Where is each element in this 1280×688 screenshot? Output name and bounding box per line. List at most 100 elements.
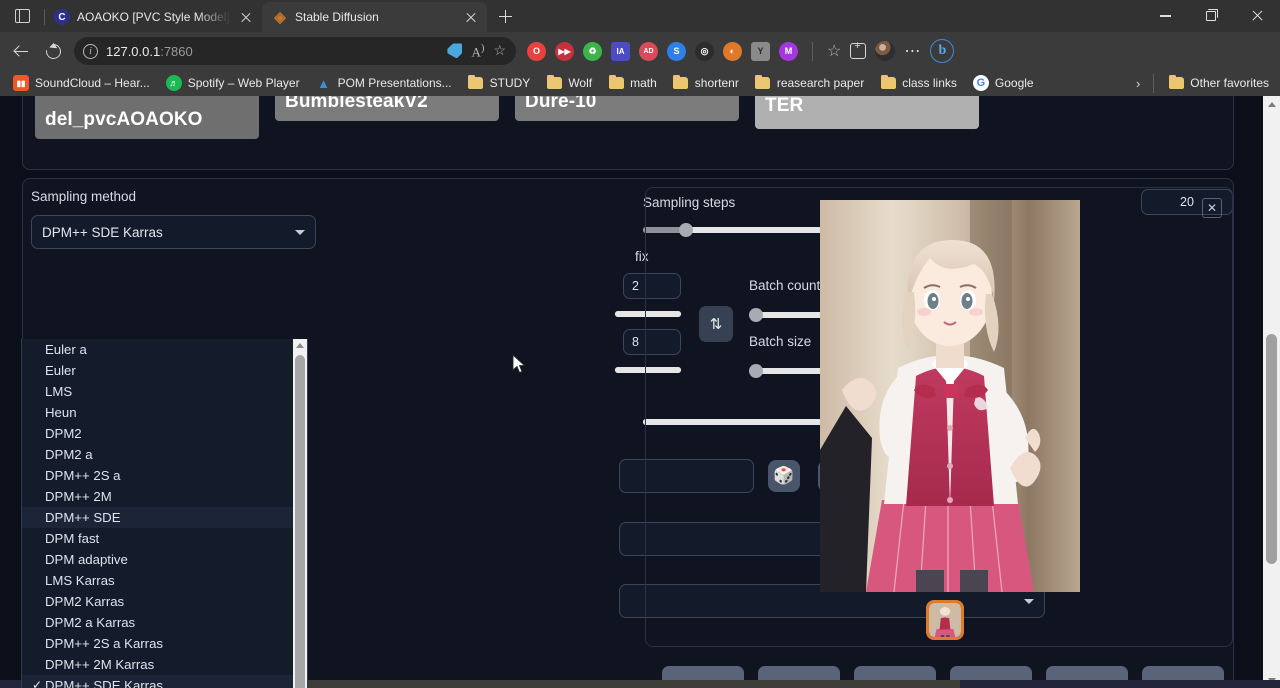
bookmark-label: Wolf	[568, 76, 592, 90]
model-card-label: BumblesteakV2	[285, 96, 428, 113]
tab-search-button[interactable]	[0, 0, 44, 32]
chevron-down-icon	[295, 230, 305, 235]
bookmark-reasearch-paper[interactable]: reasearch paper	[748, 73, 871, 93]
option-dpm2-karras[interactable]: DPM2 Karras	[22, 591, 293, 612]
browser-tab-0[interactable]: C AOAOKO [PVC Style Model] - PVC	[44, 2, 262, 32]
option-dpm-adaptive[interactable]: DPM adaptive	[22, 549, 293, 570]
generated-image	[820, 200, 1080, 592]
model-card-bumblesteak[interactable]: BumblesteakV2	[275, 96, 499, 121]
option-dpmpp-2s-a-karras[interactable]: DPM++ 2S a Karras	[22, 633, 293, 654]
tab-strip: C AOAOKO [PVC Style Model] - PVC ◈ Stabl…	[0, 0, 1280, 32]
bookmarks-bar: ▮▮ SoundCloud – Hear... ♬ Spotify – Web …	[0, 70, 1280, 96]
option-dpm2[interactable]: DPM2	[22, 423, 293, 444]
favorites-icon[interactable]: ☆	[827, 41, 841, 61]
option-lms[interactable]: LMS	[22, 381, 293, 402]
site-info-icon[interactable]: i	[83, 44, 98, 59]
more-options-icon[interactable]: ⋯	[904, 41, 921, 61]
reload-icon	[43, 41, 64, 62]
bookmark-math[interactable]: math	[601, 73, 664, 93]
yandex-icon[interactable]: Y	[751, 42, 770, 61]
bookmarks-divider	[1153, 74, 1154, 93]
close-result-button[interactable]: ✕	[1202, 198, 1222, 218]
add-favorite-icon[interactable]: ☆	[493, 42, 506, 59]
model-cards-row: aoaoko_v1styleMo del_pvcAOAOKO Bumbleste…	[23, 96, 1233, 147]
option-dpmpp-2m-karras[interactable]: DPM++ 2M Karras	[22, 654, 293, 675]
bing-copilot-icon[interactable]: b	[930, 39, 954, 63]
model-card-label: Dure-10	[525, 96, 596, 113]
back-button[interactable]	[6, 36, 36, 66]
option-dpm-fast[interactable]: DPM fast	[22, 528, 293, 549]
scroll-up-arrow-icon[interactable]	[1263, 96, 1280, 113]
bookmark-soundcloud[interactable]: ▮▮ SoundCloud – Hear...	[6, 73, 157, 93]
opera-icon[interactable]: O	[527, 42, 546, 61]
model-card-ter[interactable]: TER	[755, 96, 979, 129]
read-aloud-icon[interactable]: A)	[471, 42, 484, 60]
collections-icon[interactable]	[850, 43, 866, 59]
option-lms-karras[interactable]: LMS Karras	[22, 570, 293, 591]
shopping-tag-icon[interactable]	[447, 43, 462, 58]
sampling-method-select[interactable]: DPM++ SDE Karras	[31, 215, 316, 249]
sampling-method-label: Sampling method	[31, 189, 639, 204]
stable-diffusion-icon: ◈	[272, 9, 288, 25]
option-dpm2-a-karras[interactable]: DPM2 a Karras	[22, 612, 293, 633]
bookmark-pom-presentations[interactable]: ▲ POM Presentations...	[309, 73, 459, 93]
model-card-dure[interactable]: Dure-10	[515, 96, 739, 121]
monkey-extension-icon[interactable]: M	[779, 42, 798, 61]
new-tab-button[interactable]	[491, 2, 519, 30]
bookmark-wolf[interactable]: Wolf	[539, 73, 599, 93]
dropdown-scroll-thumb[interactable]	[295, 355, 305, 688]
option-dpmpp-sde-karras[interactable]: ✓ DPM++ SDE Karras	[22, 675, 293, 688]
close-icon	[1251, 10, 1263, 22]
bookmark-shortenr[interactable]: shortenr	[666, 73, 746, 93]
bookmark-class-links[interactable]: class links	[873, 73, 964, 93]
folder-icon	[881, 77, 896, 89]
sampling-method-dropdown[interactable]: Euler a Euler LMS Heun DPM2 DPM2 a DPM++…	[21, 339, 308, 688]
internet-archive-icon[interactable]: IA	[611, 42, 630, 61]
address-bar-url: 127.0.0.1:7860	[106, 44, 439, 59]
page-scrollbar[interactable]	[1263, 96, 1280, 688]
minimize-button[interactable]	[1142, 0, 1188, 32]
folder-icon	[468, 77, 483, 89]
maximize-button[interactable]	[1188, 0, 1234, 32]
scroll-up-arrow-icon[interactable]	[293, 339, 307, 352]
toolbar-divider	[812, 42, 813, 61]
dropdown-scrollbar[interactable]	[293, 339, 307, 688]
shazam-icon[interactable]: S	[667, 42, 686, 61]
reload-button[interactable]	[38, 36, 68, 66]
firefox-extension-icon[interactable]: ◐	[723, 42, 742, 61]
close-window-button[interactable]	[1234, 0, 1280, 32]
bookmark-study[interactable]: STUDY	[461, 73, 538, 93]
browser-tab-1[interactable]: ◈ Stable Diffusion	[262, 2, 487, 32]
option-dpmpp-2m[interactable]: DPM++ 2M	[22, 486, 293, 507]
model-card-aoaoko[interactable]: del_pvcAOAOKO	[35, 96, 259, 139]
location-pin-icon[interactable]: ◎	[695, 42, 714, 61]
generated-image-container[interactable]	[820, 200, 1080, 592]
option-dpm2-a[interactable]: DPM2 a	[22, 444, 293, 465]
video-download-icon[interactable]: ▶▶	[555, 42, 574, 61]
option-heun[interactable]: Heun	[22, 402, 293, 423]
bookmark-label: POM Presentations...	[338, 76, 452, 90]
other-favorites-button[interactable]: Other favorites	[1161, 73, 1276, 93]
page-scroll-thumb[interactable]	[1266, 334, 1277, 564]
bookmarks-overflow-button[interactable]: ›	[1130, 76, 1146, 91]
tab-title: AOAOKO [PVC Style Model] - PVC	[77, 10, 231, 24]
tab-close-icon[interactable]	[463, 9, 479, 25]
folder-icon	[609, 77, 624, 89]
tab-close-icon[interactable]	[238, 9, 254, 25]
option-euler[interactable]: Euler	[22, 360, 293, 381]
bookmark-spotify[interactable]: ♬ Spotify – Web Player	[159, 73, 307, 93]
option-dpmpp-sde[interactable]: DPM++ SDE	[22, 507, 293, 528]
gallery-thumbnail[interactable]	[926, 600, 964, 640]
spotify-icon: ♬	[166, 75, 182, 91]
adblock-icon[interactable]: AD	[639, 42, 658, 61]
option-euler-a[interactable]: Euler a	[22, 339, 293, 360]
minimize-icon	[1160, 15, 1171, 16]
option-dpmpp-2s-a[interactable]: DPM++ 2S a	[22, 465, 293, 486]
address-bar[interactable]: i 127.0.0.1:7860 A) ☆	[74, 37, 516, 65]
trash-extension-icon[interactable]: ♻	[583, 42, 602, 61]
bookmark-google[interactable]: G Google	[966, 73, 1041, 93]
sampling-method-value: DPM++ SDE Karras	[42, 225, 163, 240]
avatar[interactable]	[875, 41, 895, 61]
folder-icon	[547, 77, 562, 89]
folder-icon	[1169, 77, 1184, 89]
